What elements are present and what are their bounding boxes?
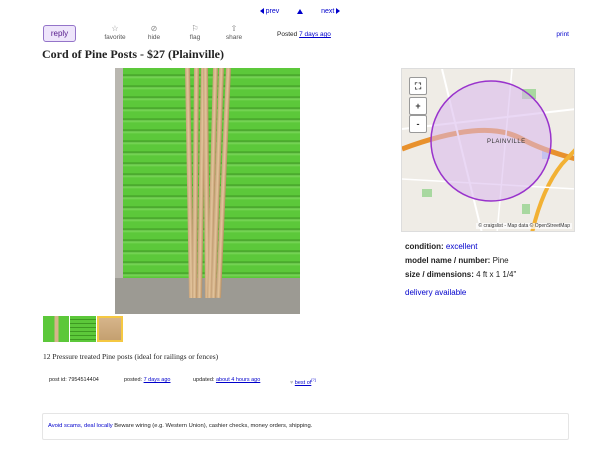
prev-link[interactable]: prev — [259, 8, 279, 15]
scam-warning-text: Beware wiring (e.g. Western Union), cash… — [114, 423, 313, 429]
zoom-out-button[interactable]: - — [409, 115, 427, 133]
star-icon: ☆ — [111, 24, 119, 33]
post-id: post id: 7954514404 — [49, 377, 99, 383]
posted-info: posted: 7 days ago — [124, 377, 171, 383]
updated-value[interactable]: about 4 hours ago — [216, 377, 260, 383]
next-arrow-icon — [336, 8, 341, 15]
thumbnail-1[interactable] — [43, 316, 69, 342]
size-value: 4 ft x 1 1/4" — [476, 270, 517, 279]
condition-value[interactable]: excellent — [446, 242, 478, 251]
flag-icon: ⚐ — [191, 24, 199, 33]
prev-arrow-icon — [259, 8, 264, 15]
posted-label: Posted — [277, 31, 298, 38]
reply-button[interactable]: reply — [43, 25, 76, 42]
thumbnail-2[interactable] — [70, 316, 96, 342]
attribute-group: condition: excellent model name / number… — [405, 240, 516, 282]
main-photo[interactable] — [115, 68, 300, 314]
attr-condition: condition: excellent — [405, 242, 478, 251]
posting-body: 12 Pressure treated Pine posts (ideal fo… — [43, 352, 219, 361]
hide-label: hide — [147, 34, 161, 41]
door-frame — [115, 68, 123, 278]
favorite-button[interactable]: ☆ favorite — [95, 24, 135, 41]
up-arrow-icon — [297, 8, 304, 14]
heart-icon: ♥ — [290, 379, 294, 386]
posting-title: Cord of Pine Posts - $27 (Plainville) — [42, 47, 224, 61]
map-credit[interactable]: © craigslist - Map data © OpenStreetMap — [476, 223, 572, 229]
zoom-in-button[interactable]: + — [409, 97, 427, 115]
map-graphic — [402, 69, 574, 231]
attr-size: size / dimensions: 4 ft x 1 1/4" — [405, 270, 517, 279]
location-map[interactable]: ⛶ + - PLAINVILLE © craigslist - Map data… — [401, 68, 575, 232]
flag-button[interactable]: ⚐ flag — [175, 24, 215, 41]
print-link[interactable]: print — [556, 31, 569, 38]
posted-date: Posted 7 days ago — [277, 31, 331, 38]
updated-info: updated: about 4 hours ago — [193, 377, 261, 383]
fullscreen-button[interactable]: ⛶ — [409, 77, 427, 95]
posted-time[interactable]: 7 days ago — [299, 31, 331, 38]
top-nav: prev next — [0, 8, 600, 15]
posted-value[interactable]: 7 days ago — [144, 377, 171, 383]
flag-label: flag — [189, 34, 201, 41]
scam-notice: Avoid scams, deal locally Beware wiring … — [42, 413, 569, 440]
share-label: share — [225, 34, 243, 41]
map-place-label: PLAINVILLE — [487, 139, 526, 145]
share-icon: ⇧ — [230, 24, 238, 33]
up-link[interactable] — [297, 8, 304, 15]
best-of: ♥ best of[?] — [290, 377, 316, 386]
attr-model: model name / number: Pine — [405, 256, 509, 265]
hide-button[interactable]: ⊘ hide — [134, 24, 174, 41]
best-of-help[interactable]: [?] — [311, 377, 315, 382]
delivery-available[interactable]: delivery available — [405, 288, 466, 297]
model-value: Pine — [492, 256, 509, 265]
next-link[interactable]: next — [321, 8, 341, 15]
hide-icon: ⊘ — [150, 24, 158, 33]
thumbnail-3[interactable] — [97, 316, 123, 342]
share-button[interactable]: ⇧ share — [214, 24, 254, 41]
avoid-scams-link[interactable]: Avoid scams, deal locally — [48, 423, 113, 429]
best-of-link[interactable]: best of — [295, 380, 312, 386]
favorite-label: favorite — [104, 34, 126, 41]
